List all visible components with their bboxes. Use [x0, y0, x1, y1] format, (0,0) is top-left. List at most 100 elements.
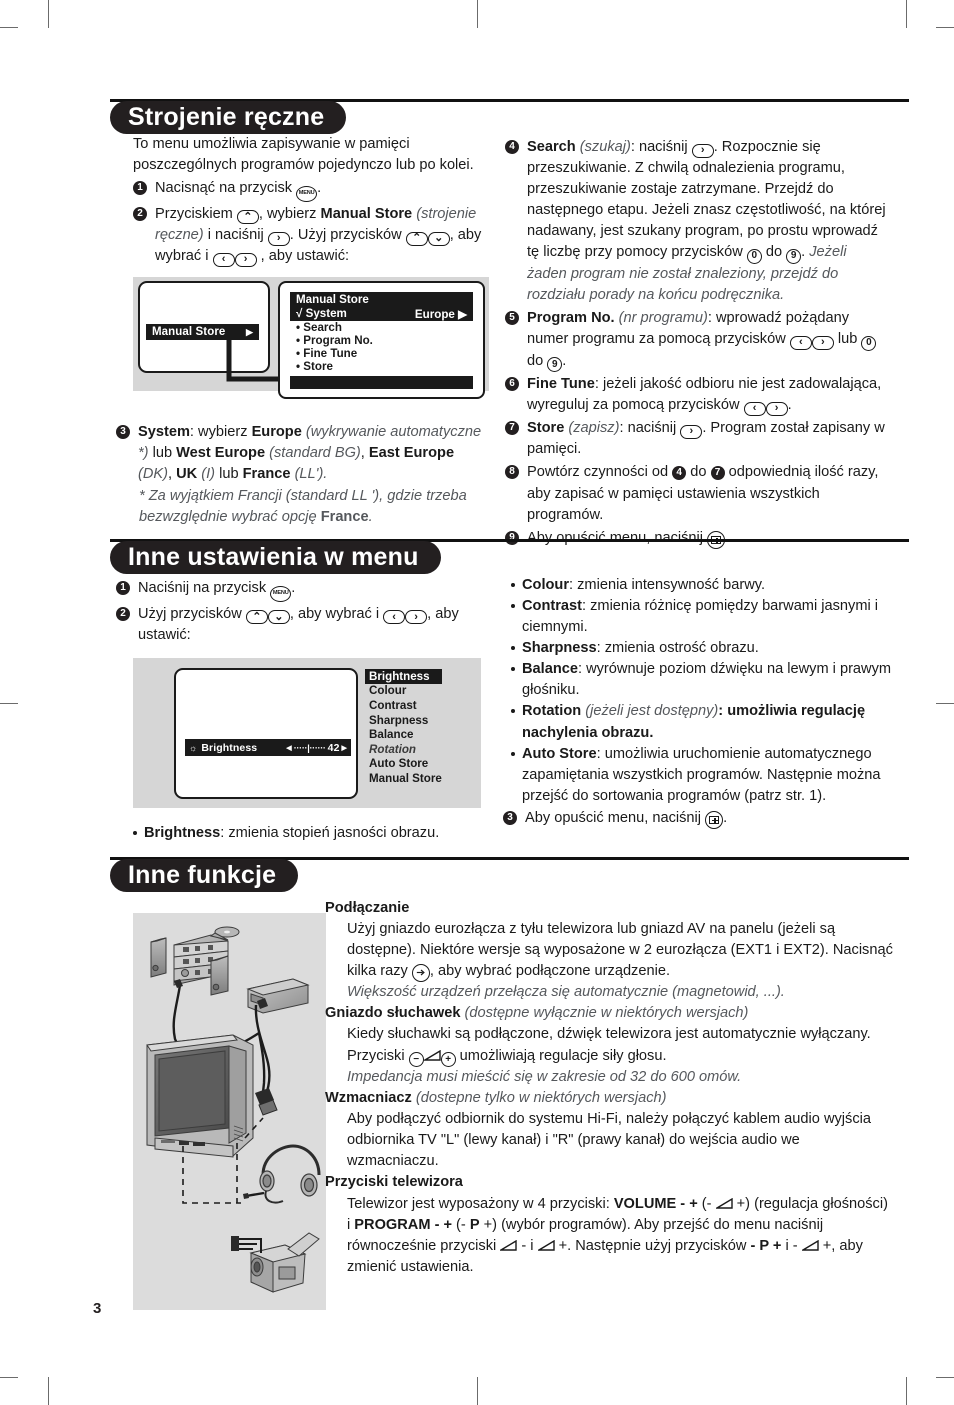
manual-store-right-column: 4 Search (szukaj): naciśnij ›. Rozpoczni…	[505, 137, 890, 549]
crop-mark-top-center	[477, 0, 478, 28]
wzmacniacz-body: Aby podłączyć odbiornik do systemu Hi-Fi…	[347, 1111, 871, 1170]
osd-menu-row-system[interactable]: √ System Europe ▶	[290, 307, 473, 321]
tv-screen-right: Manual Store √ System Europe ▶ • Search	[278, 281, 485, 399]
manual-store-step-1: 1 Nacisnąć na przycisk MENU.	[133, 178, 483, 202]
menu-key-icon: MENU	[296, 185, 318, 202]
osd-row-value: Europe ▶	[414, 308, 467, 321]
right-key-icon: ›	[811, 335, 834, 350]
step-8-text: Powtórz czynności od 4 do 7 odpowiednią …	[527, 464, 879, 523]
down-key-icon: ⌄	[267, 610, 290, 625]
av-source-key-icon	[411, 963, 430, 982]
brightness-description: Brightness: zmienia stopień jasności obr…	[133, 823, 483, 844]
connection-illustration	[133, 913, 326, 1310]
osd-mockup-manual-store: Manual Store ▶ Manual Store √ System Eur…	[133, 277, 489, 399]
step-6-text: Fine Tune: jeżeli jakość odbioru nie jes…	[527, 376, 882, 416]
right-key-icon: ›	[405, 610, 428, 625]
section-header-other-functions: Inne funkcje	[110, 857, 909, 893]
down-key-icon: ⌄	[427, 231, 450, 246]
step-ref-7: 7	[710, 466, 725, 481]
crop-mark-left-bottom	[0, 1377, 18, 1378]
step-4-text: Search (szukaj): naciśnij ›. Rozpocznie …	[527, 139, 886, 303]
digit-0-key-icon: 0	[861, 335, 877, 351]
manual-store-bold: Manual Store	[320, 205, 413, 222]
bullet-contrast: Contrast: zmienia różnicę pomiędzy barwa…	[511, 596, 893, 638]
menu-key-icon: MENU	[270, 585, 292, 602]
check-icon: √	[296, 307, 303, 320]
bullet-brightness: Brightness: zmienia stopień jasności obr…	[133, 823, 483, 844]
other-menu-left-column: 1 Naciśnij na przycisk MENU. 2 Użyj przy…	[116, 578, 488, 646]
osd-menu-row-program-no[interactable]: • Program No.	[290, 334, 473, 347]
bullet-auto-store: Auto Store: umożliwia uruchomienie autom…	[511, 744, 893, 807]
gniazdo-sluchawek-body: Kiedy słuchawki są podłączone, dźwięk te…	[325, 1024, 895, 1088]
left-key-icon: ‹	[212, 252, 235, 267]
osd-menu-row-search[interactable]: • Search	[290, 321, 473, 334]
step-number-4: 4	[505, 140, 519, 154]
osd-item-balance[interactable]: Balance	[369, 727, 442, 742]
slider-label: Brightness	[201, 741, 258, 754]
osd-brightness-slider[interactable]: ☼ Brightness ◀ ·····|······ 42 ▶	[185, 739, 351, 756]
step-3-footnote: * Za wyjątkiem Francji (standard LL '), …	[139, 488, 467, 526]
bullet-dot	[511, 751, 515, 756]
podlaczanie-body: Użyj gniazdo eurozłącza z tyłu telewizor…	[325, 919, 895, 1003]
section-title-text: Inne ustawienia w menu	[128, 543, 419, 571]
headphones-illustration	[243, 1144, 321, 1204]
crop-mark-right-bottom	[936, 1377, 954, 1378]
right-key-icon-2: ›	[234, 252, 257, 267]
bullet-icon: •	[296, 347, 301, 360]
heading-gniazdo-sluchawek: Gniazdo słuchawek (dostępne wyłącznie w …	[325, 1005, 749, 1022]
crop-mark-right-top	[936, 27, 954, 28]
bullet-rotation: Rotation (jeżeli jest dostępny): umożliw…	[511, 701, 893, 743]
bullet-dot	[511, 604, 515, 609]
volume-triangle-icon-4	[801, 1239, 819, 1251]
bullet-dot	[511, 709, 515, 714]
section-title-other-functions: Inne funkcje	[110, 859, 299, 892]
step-3-text: Aby opuścić menu, naciśnij .	[525, 808, 893, 829]
block-gniazdo-sluchawek: Gniazdo słuchawek (dostępne wyłącznie w …	[325, 1003, 895, 1088]
slider-track[interactable]: ·····|······	[294, 743, 326, 753]
other-functions-text: Podłączanie Użyj gniazdo eurozłącza z ty…	[325, 898, 895, 1278]
osd-row-label: • Store	[296, 360, 333, 373]
slider-left-arrow-icon[interactable]: ◀	[286, 744, 291, 752]
crop-mark-bottom-center	[477, 1377, 478, 1405]
step-ref-4: 4	[672, 466, 687, 481]
right-key-icon: ›	[267, 231, 290, 246]
osd-left-label: Manual Store	[152, 326, 226, 338]
section-title-other-menu: Inne ustawienia w menu	[110, 541, 441, 574]
section-title-text: Strojenie ręczne	[128, 103, 325, 131]
crop-mark-top-left	[48, 0, 49, 28]
right-key-icon: ›	[680, 424, 703, 439]
manual-store-step-6: 6 Fine Tune: jeżeli jakość odbioru nie j…	[505, 374, 890, 416]
osd-item-rotation[interactable]: Rotation	[369, 742, 442, 757]
left-key-icon: ‹	[789, 335, 812, 350]
osd-menu-row-store[interactable]: • Store	[290, 360, 473, 373]
osd-item-auto-store[interactable]: Auto Store	[369, 757, 442, 772]
osd-item-sharpness[interactable]: Sharpness	[369, 713, 442, 728]
manual-store-step3-block: 3 System: wybierz Europe (wykrywanie aut…	[116, 422, 491, 528]
volume-triangle-icon	[715, 1197, 733, 1209]
osd-menu-row-fine-tune[interactable]: • Fine Tune	[290, 347, 473, 360]
right-key-icon: ›	[765, 401, 788, 416]
step-2-text: Przyciskiem ⌃, wybierz Manual Store (str…	[155, 205, 482, 267]
manual-store-step-2: 2 Przyciskiem ⌃, wybierz Manual Store (s…	[133, 204, 483, 267]
other-menu-step-2: 2 Użyj przycisków ⌃ ⌄, aby wybrać i ‹ ›, a…	[116, 604, 488, 646]
bullet-colour: Colour: zmienia intensywność barwy.	[511, 575, 893, 596]
osd-item-colour[interactable]: Colour	[369, 684, 442, 699]
osd-item-manual-store[interactable]: Manual Store	[369, 771, 442, 786]
illustration-svg	[146, 926, 321, 1293]
slider-right-arrow-icon[interactable]: ▶	[342, 744, 347, 752]
manual-store-left-column: To menu umożliwia zapisywanie w pamięci …	[133, 134, 483, 267]
step-number-2: 2	[133, 206, 147, 221]
up-key-icon-2: ⌃	[405, 231, 428, 246]
osd-item-contrast[interactable]: Contrast	[369, 698, 442, 713]
step-2-text: Użyj przycisków ⌃ ⌄, aby wybrać i ‹ ›, aby…	[138, 605, 459, 643]
other-menu-step-3: 3 Aby opuścić menu, naciśnij .	[503, 808, 893, 829]
step-7-text: Store (zapisz): naciśnij ›. Program zost…	[527, 420, 885, 458]
osd-item-brightness[interactable]: Brightness	[365, 669, 442, 684]
crop-mark-right-middle	[936, 703, 954, 704]
step-number-3: 3	[116, 425, 130, 439]
osd-row-label: • Fine Tune	[296, 347, 358, 360]
crop-mark-left-top	[0, 27, 18, 28]
other-menu-right-column: Colour: zmienia intensywność barwy. Cont…	[503, 575, 893, 829]
przyciski-telewizora-body: Telewizor jest wyposażony w 4 przyciski:…	[347, 1195, 888, 1275]
right-key-icon: ›	[691, 143, 714, 158]
